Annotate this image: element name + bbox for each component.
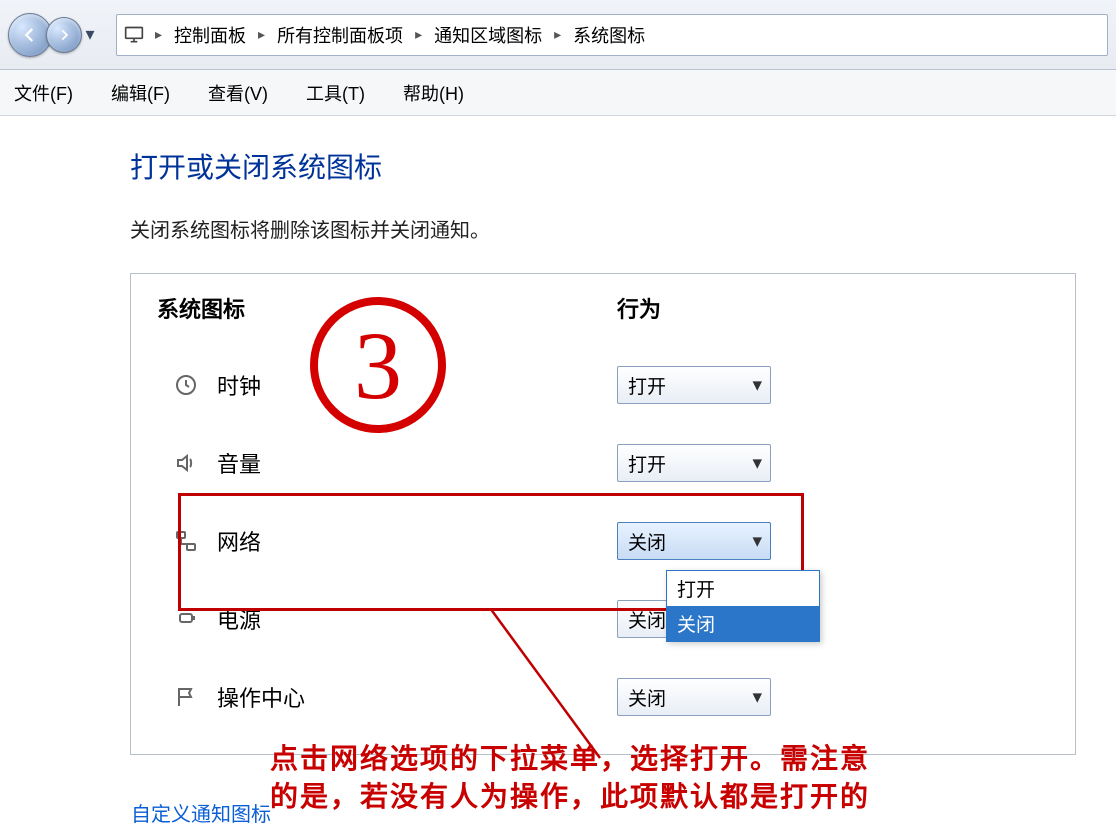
menu-view[interactable]: 查看(V) — [202, 76, 274, 110]
customize-icons-link[interactable]: 自定义通知图标 — [131, 798, 271, 827]
chevron-down-icon: ▾ — [752, 530, 762, 553]
forward-button[interactable] — [46, 17, 82, 53]
volume-behavior-combo[interactable]: 打开 ▾ — [617, 444, 771, 482]
header-behavior: 行为 — [617, 292, 1049, 324]
combo-value: 打开 — [628, 372, 666, 399]
combo-value: 关闭 — [628, 684, 666, 711]
row-label: 时钟 — [217, 369, 261, 401]
combo-value: 打开 — [628, 450, 666, 477]
row-label: 网络 — [217, 525, 261, 557]
chevron-down-icon: ▾ — [752, 374, 762, 397]
combo-value: 关闭 — [628, 528, 666, 555]
settings-panel: 系统图标 行为 时钟 打开 ▾ 音量 — [130, 273, 1076, 755]
chevron-right-icon: ▸ — [252, 26, 271, 43]
row-action-center: 操作中心 关闭 ▾ — [157, 658, 1049, 736]
row-volume: 音量 打开 ▾ — [157, 424, 1049, 502]
flag-icon — [173, 684, 199, 710]
network-behavior-combo[interactable]: 关闭 ▾ — [617, 522, 771, 560]
clock-icon — [173, 372, 199, 398]
action-center-behavior-combo[interactable]: 关闭 ▾ — [617, 678, 771, 716]
breadcrumb-item[interactable]: 所有控制面板项 — [275, 20, 405, 50]
chevron-down-icon: ▾ — [752, 686, 762, 709]
header-system-icons: 系统图标 — [157, 292, 617, 324]
nav-buttons: ▾ — [8, 13, 98, 57]
address-bar[interactable]: ▸ 控制面板 ▸ 所有控制面板项 ▸ 通知区域图标 ▸ 系统图标 — [116, 14, 1108, 56]
row-label: 电源 — [217, 603, 261, 635]
menu-help[interactable]: 帮助(H) — [397, 76, 470, 110]
window-titlebar: ▾ ▸ 控制面板 ▸ 所有控制面板项 ▸ 通知区域图标 ▸ 系统图标 — [0, 0, 1116, 70]
nav-history-dropdown[interactable]: ▾ — [82, 17, 98, 53]
dropdown-option-close[interactable]: 关闭 — [667, 606, 819, 641]
row-clock: 时钟 打开 ▾ — [157, 346, 1049, 424]
row-power: 电源 关闭 ▾ — [157, 580, 1049, 658]
network-icon — [173, 528, 199, 554]
settings-header: 系统图标 行为 — [157, 292, 1049, 324]
chevron-right-icon: ▸ — [548, 26, 567, 43]
arrow-right-icon — [57, 28, 71, 42]
menu-file[interactable]: 文件(F) — [8, 76, 79, 110]
page-description: 关闭系统图标将删除该图标并关闭通知。 — [130, 214, 1076, 243]
monitor-icon — [123, 25, 145, 45]
row-label: 音量 — [217, 447, 261, 479]
network-dropdown-list[interactable]: 打开 关闭 — [666, 570, 820, 642]
chevron-right-icon: ▸ — [409, 26, 428, 43]
breadcrumb-item[interactable]: 系统图标 — [571, 20, 647, 50]
content-area: 打开或关闭系统图标 关闭系统图标将删除该图标并关闭通知。 系统图标 行为 时钟 … — [0, 116, 1116, 755]
chevron-right-icon: ▸ — [149, 26, 168, 43]
breadcrumb-item[interactable]: 控制面板 — [172, 20, 248, 50]
power-icon — [173, 606, 199, 632]
speaker-icon — [173, 450, 199, 476]
breadcrumb-item[interactable]: 通知区域图标 — [432, 20, 544, 50]
dropdown-option-open[interactable]: 打开 — [667, 571, 819, 606]
menu-bar: 文件(F) 编辑(F) 查看(V) 工具(T) 帮助(H) — [0, 70, 1116, 116]
chevron-down-icon: ▾ — [752, 452, 762, 475]
page-title: 打开或关闭系统图标 — [130, 146, 1076, 186]
clock-behavior-combo[interactable]: 打开 ▾ — [617, 366, 771, 404]
combo-value: 关闭 — [628, 606, 666, 633]
menu-tools[interactable]: 工具(T) — [300, 76, 371, 110]
menu-edit[interactable]: 编辑(F) — [105, 76, 176, 110]
arrow-left-icon — [21, 26, 39, 44]
row-label: 操作中心 — [217, 681, 305, 713]
row-network: 网络 关闭 ▾ — [157, 502, 1049, 580]
